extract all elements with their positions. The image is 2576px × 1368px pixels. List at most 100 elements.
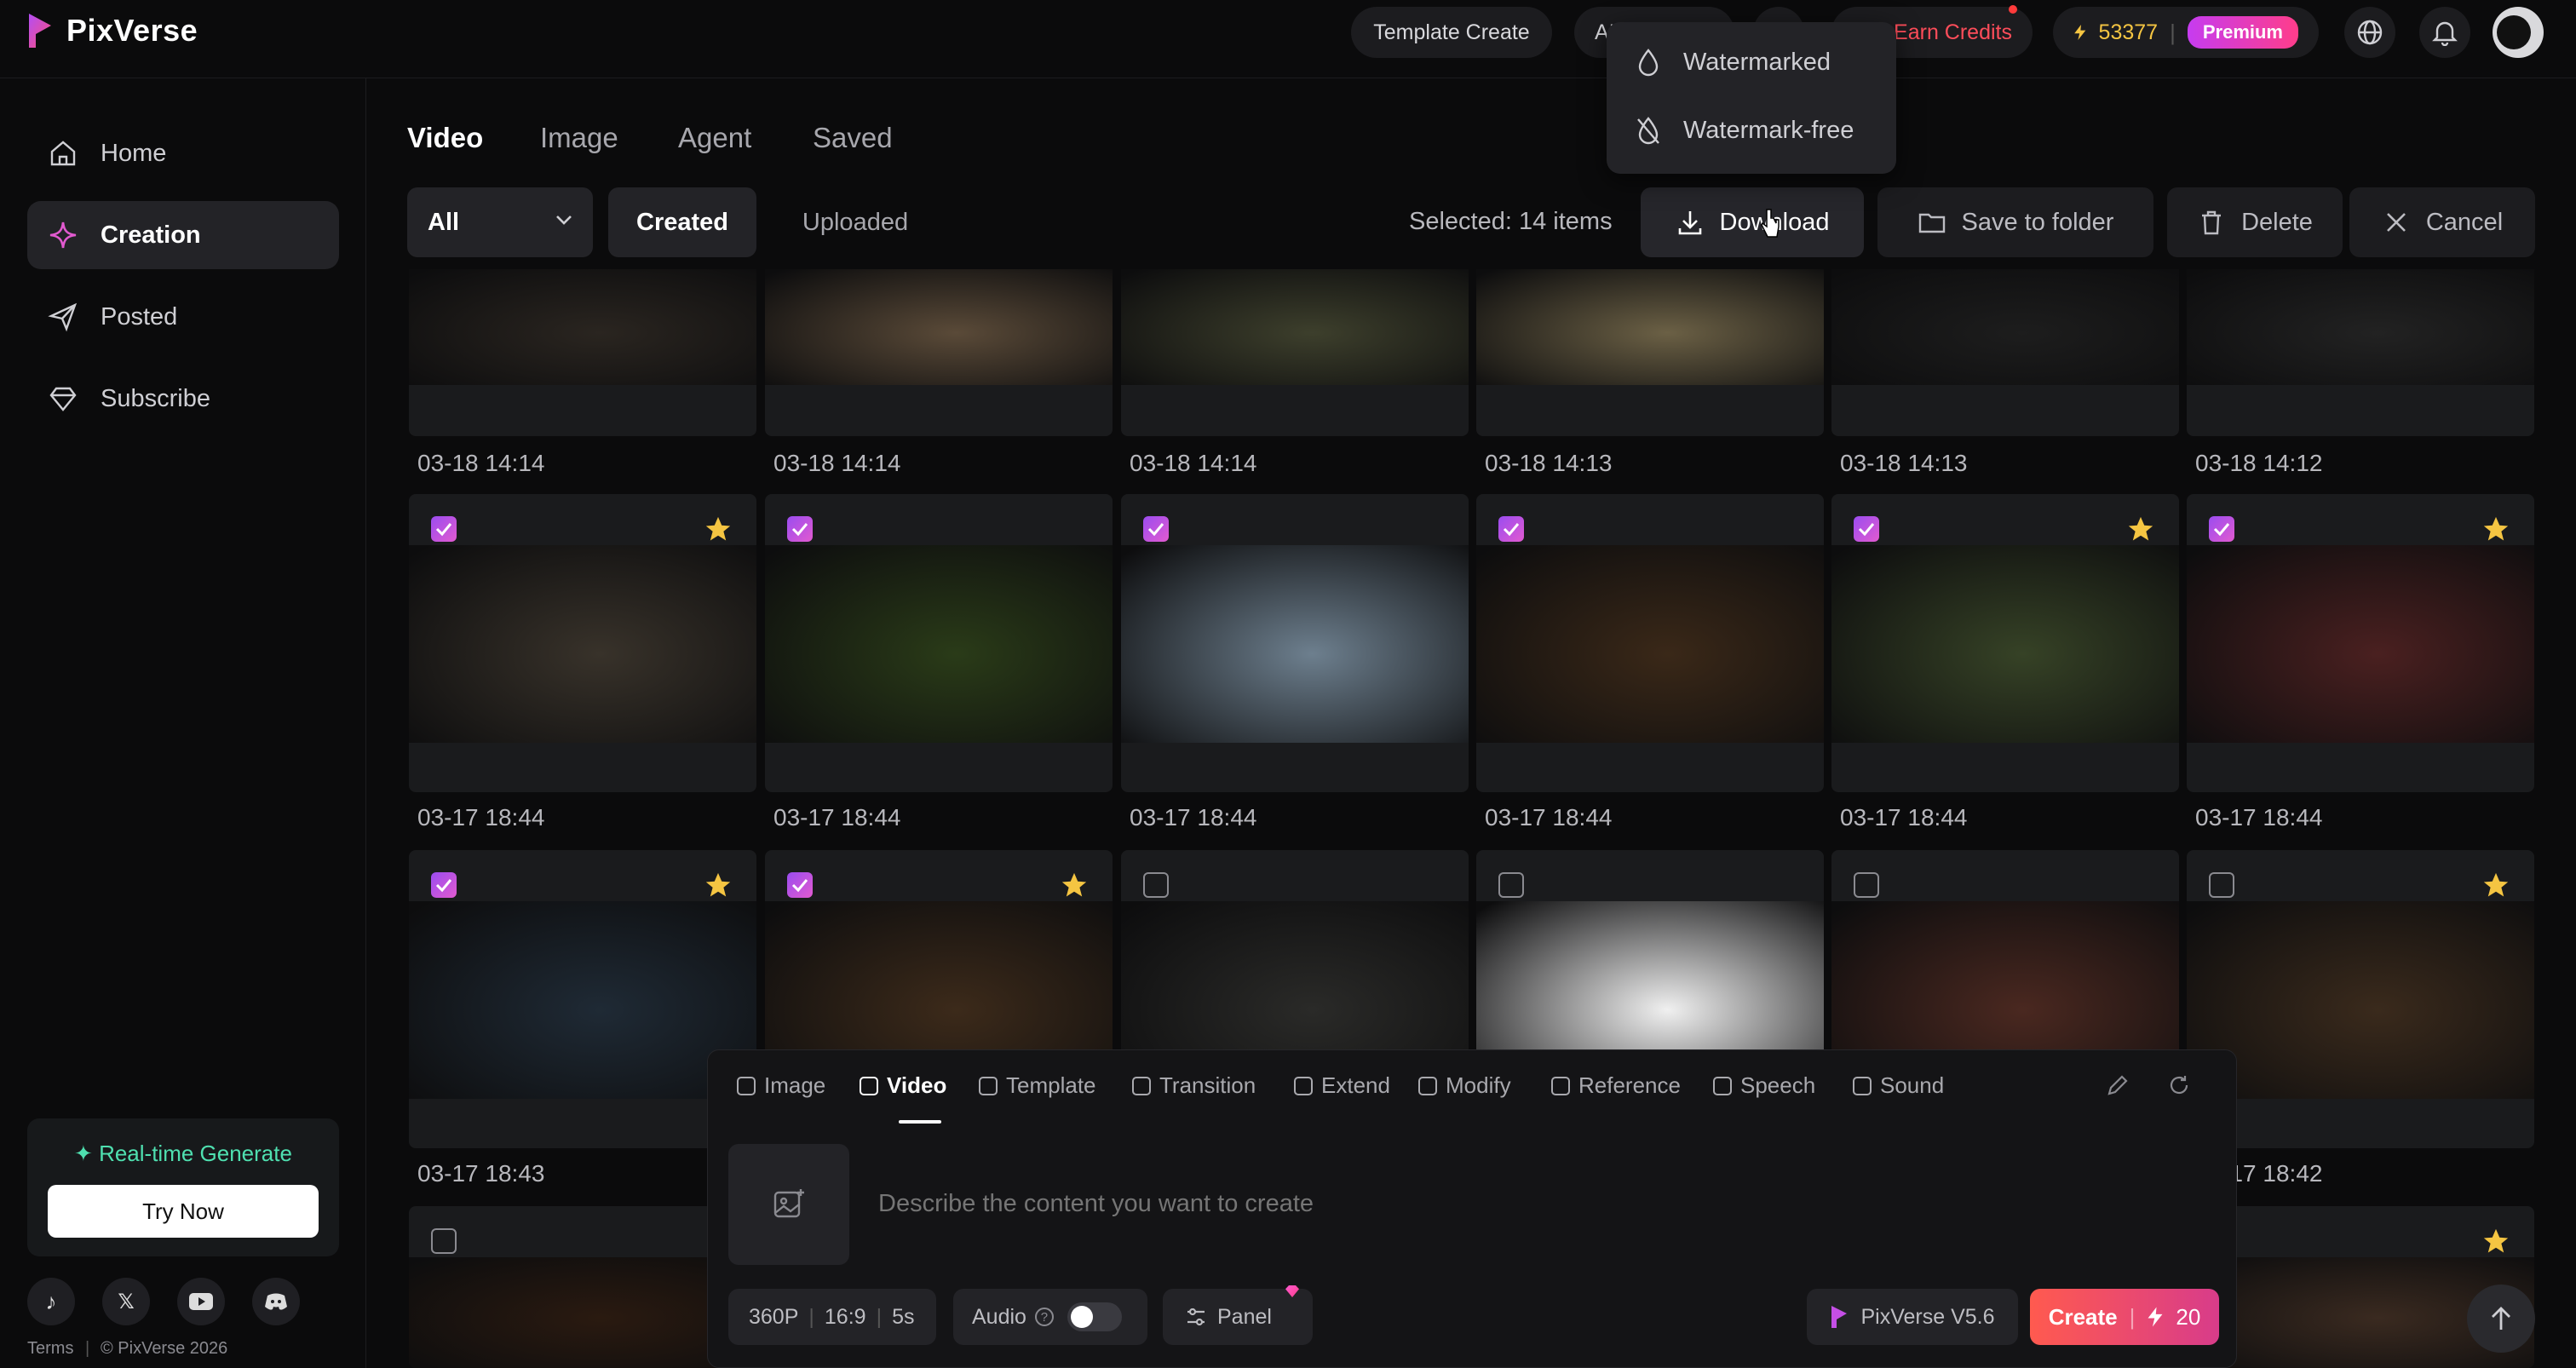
settings-chip[interactable]: 360P | 16:9 | 5s [728,1289,936,1345]
composer-tab-reference[interactable]: Reference [1551,1072,1681,1099]
checkbox-checked[interactable] [787,516,813,542]
video-card[interactable] [1831,494,2179,792]
download-button[interactable]: Download [1641,187,1864,257]
sidebar-item-creation[interactable]: Creation [27,201,339,269]
x-icon[interactable]: 𝕏 [102,1278,150,1325]
video-thumbnail [409,269,756,385]
video-card[interactable] [409,1206,756,1368]
video-date: 03-17 18:43 [417,1160,545,1187]
segment-uploaded[interactable]: Uploaded [772,187,939,257]
logo[interactable]: PixVerse [26,12,198,49]
edit-icon[interactable] [2105,1072,2130,1098]
composer-tab-template[interactable]: Template [979,1072,1096,1099]
star-icon[interactable] [2126,514,2155,543]
composer-tab-transition[interactable]: Transition [1132,1072,1256,1099]
checkbox[interactable] [1498,872,1524,898]
create-button[interactable]: Create | 20 [2030,1289,2219,1345]
checkbox[interactable] [1854,872,1879,898]
help-icon[interactable]: ? [1034,1308,1054,1326]
checkbox-checked[interactable] [431,872,457,898]
video-card[interactable] [409,850,756,1148]
video-card[interactable] [1121,269,1469,436]
realtime-title-text: Real-time Generate [99,1141,292,1166]
panel-label: Panel [1217,1304,1272,1329]
star-icon[interactable] [2481,1227,2510,1256]
checkbox-checked[interactable] [1143,516,1169,542]
star-icon[interactable] [1060,871,1089,900]
video-card[interactable] [2187,494,2534,792]
menu-item-watermarked[interactable]: Watermarked [1636,48,1831,77]
checkbox[interactable] [431,1228,457,1254]
composer-tab-speech[interactable]: Speech [1713,1072,1815,1099]
star-icon[interactable] [704,871,733,900]
reset-icon[interactable] [2166,1072,2192,1098]
sidebar-item-subscribe[interactable]: Subscribe [27,365,339,433]
tab-video[interactable]: Video [407,122,483,154]
composer-tab-video[interactable]: Video [860,1072,946,1099]
star-icon[interactable] [2481,514,2510,543]
video-date: 03-18 14:14 [1130,450,1257,476]
video-card[interactable] [409,269,756,436]
save-to-folder-button[interactable]: Save to folder [1877,187,2153,257]
checkbox-checked[interactable] [431,516,457,542]
avatar-image [2497,15,2531,49]
star-icon[interactable] [2481,871,2510,900]
cancel-button[interactable]: Cancel [2349,187,2535,257]
video-card[interactable] [1476,269,1824,436]
checkbox-checked[interactable] [787,872,813,898]
segment-created[interactable]: Created [608,187,756,257]
discord-icon[interactable] [252,1278,300,1325]
sidebar-item-posted[interactable]: Posted [27,283,339,351]
arrow-up-icon [2492,1307,2510,1330]
filter-select-value: All [428,208,460,236]
composer-tab-sound[interactable]: Sound [1853,1072,1944,1099]
checkbox-checked[interactable] [1854,516,1879,542]
video-card[interactable] [1476,494,1824,792]
credits-pill[interactable]: 53377 | Premium [2053,7,2319,58]
tab-saved[interactable]: Saved [813,122,893,154]
speech-icon [1713,1076,1732,1095]
audio-toggle[interactable]: Audio ? [953,1289,1147,1345]
try-now-button[interactable]: Try Now [48,1185,319,1238]
sidebar-item-home[interactable]: Home [27,119,339,187]
delete-button[interactable]: Delete [2167,187,2343,257]
send-icon [48,302,78,332]
video-icon [860,1076,878,1095]
audio-switch[interactable] [1067,1302,1122,1331]
modify-icon [1418,1076,1437,1095]
tiktok-icon[interactable]: ♪ [27,1278,75,1325]
video-card[interactable] [765,494,1113,792]
panel-button[interactable]: Panel [1163,1285,1313,1345]
video-card[interactable] [765,269,1113,436]
youtube-icon[interactable] [177,1278,225,1325]
trash-icon [2202,210,2222,235]
composer-tab-modify[interactable]: Modify [1418,1072,1511,1099]
globe-icon[interactable] [2344,7,2395,58]
model-select[interactable]: PixVerse V5.6 [1807,1289,2018,1345]
checkbox-checked[interactable] [2209,516,2234,542]
composer-tab-image[interactable]: Image [737,1072,825,1099]
checkbox-checked[interactable] [1498,516,1524,542]
avatar[interactable] [2493,7,2544,58]
aspect-value: 16:9 [824,1304,866,1329]
checkbox[interactable] [1143,872,1169,898]
tab-agent[interactable]: Agent [678,122,751,154]
scroll-top-button[interactable] [2467,1285,2535,1353]
composer-tab-extend[interactable]: Extend [1294,1072,1390,1099]
menu-item-watermark-free[interactable]: Watermark-free [1636,116,1854,145]
video-card[interactable] [1831,269,2179,436]
tab-image[interactable]: Image [540,122,618,154]
video-card[interactable] [409,494,756,792]
bell-icon[interactable] [2419,7,2470,58]
prompt-input[interactable] [878,1178,2037,1229]
video-card[interactable] [2187,850,2534,1148]
upload-image-button[interactable] [728,1144,849,1265]
template-create-button[interactable]: Template Create [1351,7,1552,58]
video-thumbnail [1121,269,1469,385]
video-card[interactable] [1121,494,1469,792]
checkbox[interactable] [2209,872,2234,898]
star-icon[interactable] [704,514,733,543]
video-card[interactable] [2187,269,2534,436]
filter-select[interactable]: All [407,187,593,257]
terms-link[interactable]: Terms [27,1339,73,1359]
